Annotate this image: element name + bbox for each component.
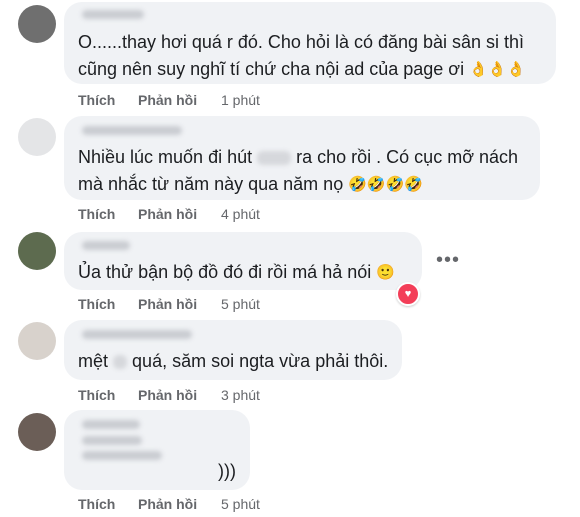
more-options-icon[interactable]: ••• [436, 250, 460, 270]
commenter-name-blurred [82, 451, 162, 460]
comment-text: mệt quá, săm soi ngta vừa phải thôi. [78, 348, 388, 374]
comment-text: cũng nên suy nghĩ tí chứ cha nội ad của … [78, 56, 525, 83]
comment-text-part: Nhiều lúc muốn đi hút [78, 147, 253, 167]
like-button[interactable]: Thích [78, 205, 115, 223]
comment-actions: Thích Phản hồi 5 phút [78, 495, 378, 513]
reply-button[interactable]: Phản hồi [138, 91, 197, 109]
comment-text-part: ra cho rồi . Có cục mỡ nách [296, 147, 519, 167]
avatar[interactable] [18, 118, 56, 156]
comment-text-line: cũng nên suy nghĩ tí chứ cha nội ad của … [78, 59, 465, 79]
censored-word [113, 355, 128, 370]
comment-text: mà nhắc từ năm này qua năm nọ 🤣🤣🤣🤣 [78, 171, 423, 198]
rolling-laughing-emoji-icon: 🤣🤣🤣🤣 [348, 176, 423, 194]
timestamp[interactable]: 5 phút [221, 495, 260, 513]
commenter-name-blurred[interactable] [82, 420, 140, 429]
comment-text-line: mà nhắc từ năm này qua năm nọ [78, 174, 344, 194]
like-button[interactable]: Thích [78, 295, 115, 313]
like-button[interactable]: Thích [78, 91, 115, 109]
comment-bubble: Nhiều lúc muốn đi hút ra cho rồi . Có cụ… [64, 116, 540, 200]
censored-word [257, 151, 292, 166]
timestamp[interactable]: 3 phút [221, 386, 260, 404]
timestamp[interactable]: 5 phút [221, 295, 260, 313]
ok-hand-emoji-icon: 👌👌👌 [469, 61, 526, 79]
comment-actions: Thích Phản hồi 5 phút [78, 295, 378, 313]
comment-bubble: ))) [64, 410, 250, 490]
like-button[interactable]: Thích [78, 386, 115, 404]
comment-actions: Thích Phản hồi 3 phút [78, 386, 378, 404]
commenter-name-blurred[interactable] [82, 126, 182, 135]
avatar[interactable] [18, 413, 56, 451]
comment-text: Ủa thử bận bộ đồ đó đi rồi má hả nói 🙂 [78, 259, 395, 286]
comment-bubble: O......thay hơi quá r đó. Cho hỏi là có … [64, 2, 556, 84]
comment-actions: Thích Phản hồi 4 phút [78, 205, 378, 223]
timestamp[interactable]: 4 phút [221, 205, 260, 223]
commenter-name-blurred [82, 436, 142, 445]
comment-text: Nhiều lúc muốn đi hút ra cho rồi . Có cụ… [78, 144, 518, 170]
avatar[interactable] [18, 232, 56, 270]
heart-reaction-icon[interactable]: ♥ [396, 282, 420, 306]
comment-bubble: mệt quá, săm soi ngta vừa phải thôi. [64, 320, 402, 380]
slightly-smiling-emoji-icon: 🙂 [376, 264, 395, 282]
reply-button[interactable]: Phản hồi [138, 295, 197, 313]
comment-bubble: Ủa thử bận bộ đồ đó đi rồi má hả nói 🙂 [64, 232, 422, 290]
timestamp[interactable]: 1 phút [221, 91, 260, 109]
reply-button[interactable]: Phản hồi [138, 495, 197, 513]
commenter-name-blurred[interactable] [82, 330, 192, 339]
comment-actions: Thích Phản hồi 1 phút [78, 91, 378, 109]
like-button[interactable]: Thích [78, 495, 115, 513]
commenter-name-blurred[interactable] [82, 241, 130, 250]
avatar[interactable] [18, 322, 56, 360]
comment-text: ))) [218, 461, 236, 481]
comment-text: O......thay hơi quá r đó. Cho hỏi là có … [78, 32, 525, 52]
avatar[interactable] [18, 5, 56, 43]
comment-text-part: mệt [78, 351, 109, 371]
comment-text-line: Ủa thử bận bộ đồ đó đi rồi má hả nói [78, 262, 372, 282]
reply-button[interactable]: Phản hồi [138, 386, 197, 404]
commenter-name-blurred[interactable] [82, 10, 144, 19]
comment-text-part: quá, săm soi ngta vừa phải thôi. [132, 351, 389, 371]
reply-button[interactable]: Phản hồi [138, 205, 197, 223]
